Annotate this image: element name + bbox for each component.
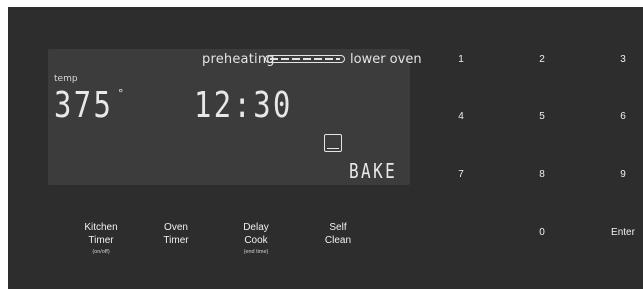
oven-control-panel: preheating lower oven temp 375 ° 12:30 B… bbox=[8, 7, 643, 289]
oven-label: lower oven bbox=[350, 52, 422, 67]
key-6[interactable]: 6 bbox=[603, 111, 643, 122]
delay-cook-line2: Cook bbox=[244, 234, 268, 246]
lcd-display: preheating lower oven temp 375 ° 12:30 B… bbox=[48, 49, 422, 185]
oven-timer-button[interactable]: Oven Timer bbox=[136, 222, 216, 247]
preheat-progress-bar bbox=[265, 55, 345, 63]
key-9[interactable]: 9 bbox=[603, 169, 643, 180]
delay-cook-sub: (end time) bbox=[243, 249, 269, 255]
oven-timer-line2: Timer bbox=[163, 234, 189, 246]
key-7[interactable]: 7 bbox=[441, 169, 481, 180]
kitchen-timer-button[interactable]: Kitchen Timer (on/off) bbox=[61, 222, 141, 255]
key-3[interactable]: 3 bbox=[603, 54, 643, 65]
kitchen-timer-line2: Timer bbox=[88, 234, 114, 246]
key-8[interactable]: 8 bbox=[522, 169, 562, 180]
key-1[interactable]: 1 bbox=[441, 54, 481, 65]
oven-window-icon bbox=[324, 134, 342, 152]
temperature-readout: 375 bbox=[54, 85, 114, 126]
self-clean-line1: Self bbox=[329, 222, 347, 233]
key-2[interactable]: 2 bbox=[522, 54, 562, 65]
kitchen-timer-line1: Kitchen bbox=[84, 222, 118, 233]
preheating-label: preheating bbox=[202, 52, 275, 67]
enter-button[interactable]: Enter bbox=[603, 227, 643, 238]
self-clean-line2: Clean bbox=[324, 234, 352, 246]
cook-mode-readout: BAKE bbox=[349, 159, 398, 183]
key-5[interactable]: 5 bbox=[522, 111, 562, 122]
delay-cook-button[interactable]: Delay Cook (end time) bbox=[216, 222, 296, 255]
oven-timer-line1: Oven bbox=[164, 222, 188, 233]
kitchen-timer-sub: (on/off) bbox=[92, 249, 110, 255]
key-0[interactable]: 0 bbox=[522, 227, 562, 238]
key-4[interactable]: 4 bbox=[441, 111, 481, 122]
self-clean-button[interactable]: Self Clean bbox=[298, 222, 378, 247]
degree-symbol: ° bbox=[118, 87, 124, 100]
clock-readout: 12:30 bbox=[194, 85, 293, 126]
temp-label: temp bbox=[54, 74, 78, 84]
delay-cook-line1: Delay bbox=[243, 222, 269, 233]
